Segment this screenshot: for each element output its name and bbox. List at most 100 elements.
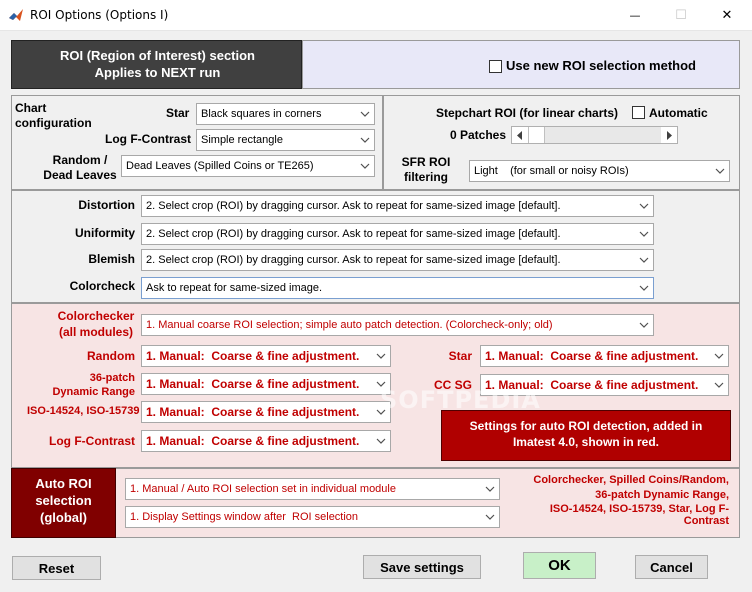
dropdown-arrow-icon: [356, 104, 374, 124]
dropdown-arrow-icon: [635, 278, 653, 298]
dropdown-arrow-icon: [710, 346, 728, 366]
automatic-checkbox[interactable]: [632, 106, 645, 119]
random-label-line2: Dead Leaves: [43, 168, 117, 182]
window-title: ROI Options (Options I): [30, 8, 169, 22]
dropdown-arrow-icon: [711, 161, 729, 181]
auto-logf-select[interactable]: 1. Manual: Coarse & fine adjustment.: [141, 430, 391, 452]
chart-config-title-line2: configuration: [15, 116, 92, 130]
auto-roi-mode-select-value: 1. Manual / Auto ROI selection set in in…: [130, 483, 396, 495]
auto-roi-display-select[interactable]: 1. Display Settings window after ROI sel…: [125, 506, 500, 528]
blemish-label: Blemish: [88, 252, 135, 266]
logf-select-value: Simple rectangle: [201, 134, 283, 146]
auto-roi-label-line2: selection: [35, 493, 92, 508]
blemish-select[interactable]: 2. Select crop (ROI) by dragging cursor.…: [141, 249, 654, 271]
blemish-select-value: 2. Select crop (ROI) by dragging cursor.…: [146, 254, 561, 266]
chart-config-title-line1: Chart: [15, 101, 47, 115]
softpedia-watermark: SOFTPEDIA: [380, 386, 541, 414]
patches-label: 0 Patches: [450, 128, 507, 142]
colorchecker-label-line1: Colorchecker: [57, 309, 135, 323]
uniformity-label: Uniformity: [75, 226, 135, 240]
auto-roi-note-line2: 36-patch Dynamic Range,: [595, 489, 729, 501]
sfr-label-line1: SFR ROI: [401, 155, 451, 169]
auto-star-select-value: 1. Manual: Coarse & fine adjustment.: [485, 349, 699, 363]
colorchecker-select[interactable]: 1. Manual coarse ROI selection; simple a…: [141, 314, 654, 336]
iso-select[interactable]: 1. Manual: Coarse & fine adjustment.: [141, 401, 391, 423]
auto-roi-info-box: Settings for auto ROI detection, added i…: [441, 410, 731, 461]
dropdown-arrow-icon: [372, 346, 390, 366]
auto-random-select[interactable]: 1. Manual: Coarse & fine adjustment.: [141, 345, 391, 367]
patch36-label-line2: Dynamic Range: [52, 386, 135, 398]
auto-random-select-value: 1. Manual: Coarse & fine adjustment.: [146, 349, 360, 363]
random-select-value: Dead Leaves (Spilled Coins or TE265): [126, 160, 314, 172]
star-select[interactable]: Black squares in corners: [196, 103, 375, 125]
patches-slider[interactable]: [511, 126, 678, 144]
auto-roi-label-line1: Auto ROI: [35, 476, 92, 491]
reset-button-label: Reset: [38, 560, 75, 576]
colorchecker-select-value: 1. Manual coarse ROI selection; simple a…: [146, 319, 553, 331]
stepchart-title: Stepchart ROI (for linear charts): [436, 106, 619, 120]
patch36-select-value: 1. Manual: Coarse & fine adjustment.: [146, 377, 360, 391]
scroll-left-icon[interactable]: [512, 127, 528, 143]
distortion-select[interactable]: 2. Select crop (ROI) by dragging cursor.…: [141, 195, 654, 217]
close-icon: ✕: [721, 8, 733, 23]
maximize-button[interactable]: ☐: [658, 0, 704, 31]
info-box-line1: Settings for auto ROI detection, added i…: [469, 419, 703, 433]
colorcheck-select[interactable]: Ask to repeat for same-sized image.: [141, 277, 654, 299]
auto-roi-note-line1: Colorchecker, Spilled Coins/Random,: [533, 474, 729, 486]
header-line2: Applies to NEXT run: [94, 65, 221, 80]
info-box-line2: Imatest 4.0, shown in red.: [512, 435, 660, 449]
colorcheck-label: Colorcheck: [69, 279, 135, 293]
uniformity-select[interactable]: 2. Select crop (ROI) by dragging cursor.…: [141, 223, 654, 245]
new-method-checkbox[interactable]: [489, 60, 502, 73]
dropdown-arrow-icon: [635, 315, 653, 335]
dropdown-arrow-icon: [635, 196, 653, 216]
auto-roi-mode-select[interactable]: 1. Manual / Auto ROI selection set in in…: [125, 478, 500, 500]
colorcheck-select-value: Ask to repeat for same-sized image.: [146, 282, 323, 294]
sfr-select[interactable]: Light (for small or noisy ROIs): [469, 160, 730, 182]
minimize-icon: —: [629, 9, 641, 22]
logf-select[interactable]: Simple rectangle: [196, 129, 375, 151]
auto-logf-select-value: 1. Manual: Coarse & fine adjustment.: [146, 434, 360, 448]
distortion-label: Distortion: [78, 198, 135, 212]
dropdown-arrow-icon: [635, 250, 653, 270]
star-select-value: Black squares in corners: [201, 108, 322, 120]
sfr-label-line2: filtering: [404, 170, 448, 184]
iso-label: ISO-14524, ISO-15739: [27, 405, 140, 417]
save-settings-button[interactable]: Save settings: [363, 555, 481, 579]
ok-button[interactable]: OK: [523, 552, 596, 579]
dropdown-arrow-icon: [710, 375, 728, 395]
auto-roi-label-line3: (global): [40, 510, 87, 525]
dropdown-arrow-icon: [356, 156, 374, 176]
auto-roi-label-box: Auto ROI selection (global): [11, 468, 116, 538]
auto-roi-note-line3: ISO-14524, ISO-15739, Star, Log F-Contra…: [549, 503, 729, 527]
auto-logf-label: Log F-Contrast: [49, 434, 135, 448]
new-method-checkbox-label: Use new ROI selection method: [506, 58, 696, 73]
sfr-select-value: Light (for small or noisy ROIs): [474, 165, 629, 177]
random-select[interactable]: Dead Leaves (Spilled Coins or TE265): [121, 155, 375, 177]
iso-select-value: 1. Manual: Coarse & fine adjustment.: [146, 405, 360, 419]
save-settings-button-label: Save settings: [380, 559, 464, 575]
distortion-select-value: 2. Select crop (ROI) by dragging cursor.…: [146, 200, 561, 212]
dropdown-arrow-icon: [635, 224, 653, 244]
maximize-icon: ☐: [675, 8, 687, 23]
patch36-select[interactable]: 1. Manual: Coarse & fine adjustment.: [141, 373, 391, 395]
header-line1: ROI (Region of Interest) section: [59, 48, 255, 63]
auto-roi-display-select-value: 1. Display Settings window after ROI sel…: [130, 511, 359, 523]
slider-thumb[interactable]: [528, 127, 545, 143]
dropdown-arrow-icon: [481, 479, 499, 499]
dropdown-arrow-icon: [481, 507, 499, 527]
auto-random-label: Random: [87, 349, 135, 363]
star-label: Star: [166, 106, 190, 120]
uniformity-select-value: 2. Select crop (ROI) by dragging cursor.…: [146, 228, 561, 240]
auto-star-label: Star: [448, 349, 472, 363]
patch36-label-line1: 36-patch: [89, 372, 135, 384]
cancel-button[interactable]: Cancel: [635, 555, 708, 579]
random-label-line1: Random /: [52, 153, 108, 167]
matlab-icon: [9, 9, 23, 21]
reset-button[interactable]: Reset: [12, 556, 101, 580]
scroll-right-icon[interactable]: [661, 127, 677, 143]
automatic-label: Automatic: [649, 106, 708, 120]
auto-star-select[interactable]: 1. Manual: Coarse & fine adjustment.: [480, 345, 729, 367]
close-button[interactable]: ✕: [704, 0, 750, 31]
minimize-button[interactable]: —: [612, 0, 658, 31]
